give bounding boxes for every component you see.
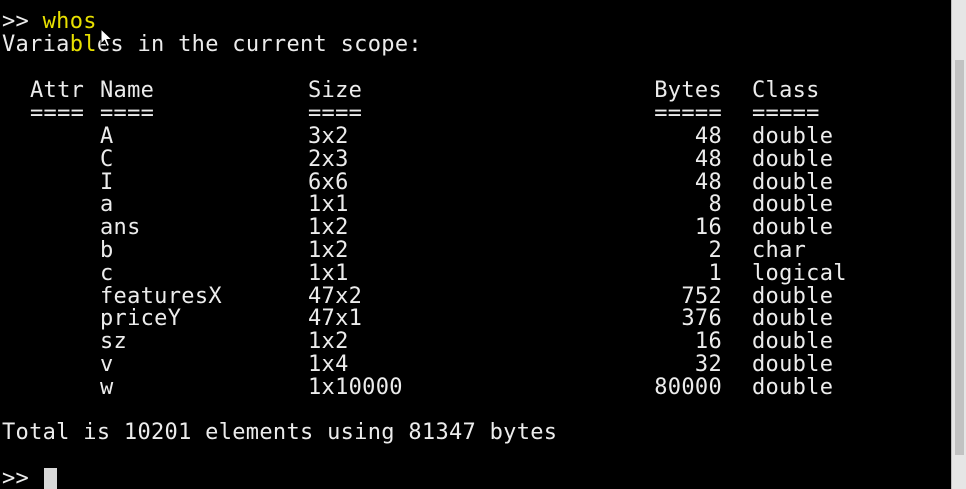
cell-bytes: 16 [694, 329, 722, 355]
cell-name: featuresX [100, 283, 222, 309]
cell-size: 1x2 [308, 329, 349, 355]
cell-class: double [752, 352, 834, 377]
scrollbar-thumb[interactable] [955, 60, 964, 455]
cell-name: v [100, 352, 114, 377]
cell-class: double [752, 374, 834, 400]
cell-name: I [100, 169, 114, 195]
cell-name: ans [100, 215, 141, 241]
cell-name: c [100, 260, 114, 286]
cell-name: a [100, 192, 114, 218]
cell-size: 1x2 [308, 215, 349, 241]
column-header-name: Name [100, 78, 155, 103]
cell-name: A [100, 124, 114, 149]
cell-class: logical [752, 260, 847, 286]
underline-name: ==== [100, 101, 155, 126]
cell-class: double [752, 215, 834, 241]
cell-name: priceY [100, 306, 182, 332]
cell-class: double [752, 169, 834, 195]
cell-bytes: 80000 [654, 374, 722, 400]
cell-bytes: 32 [694, 352, 722, 377]
cell-size: 1x1 [308, 192, 349, 218]
underline-class: ===== [752, 101, 820, 126]
vertical-scrollbar[interactable] [951, 0, 966, 489]
cell-size: 47x2 [308, 283, 363, 309]
cell-size: 2x3 [308, 146, 349, 172]
cell-size: 1x2 [308, 238, 349, 263]
cell-size: 6x6 [308, 169, 349, 195]
scope-header-highlight: bl [69, 32, 97, 57]
prompt: >> [2, 9, 43, 34]
cell-bytes: 16 [694, 215, 722, 241]
total-summary: Total is 10201 elements using 81347 byte… [2, 420, 558, 445]
underline-attr: ==== [30, 101, 85, 126]
cell-class: double [752, 329, 834, 355]
column-header-class: Class [752, 78, 820, 103]
column-header-bytes: Bytes [654, 78, 722, 103]
cell-bytes: 8 [708, 192, 722, 218]
input-prompt[interactable]: >> [2, 467, 43, 489]
cell-bytes: 752 [681, 283, 722, 309]
cell-size: 1x10000 [308, 374, 403, 400]
cell-size: 1x4 [308, 352, 349, 377]
cell-class: double [752, 146, 834, 172]
cell-name: w [100, 374, 114, 400]
text-cursor [44, 468, 57, 489]
column-header-size: Size [308, 78, 363, 103]
cell-size: 47x1 [308, 306, 363, 332]
scope-header: Variables in the current scope: [2, 33, 422, 56]
cell-class: double [752, 306, 834, 332]
cell-bytes: 1 [708, 260, 722, 286]
cell-class: double [752, 283, 834, 309]
cell-bytes: 2 [708, 238, 722, 263]
cell-name: sz [100, 329, 128, 355]
cell-class: char [752, 238, 807, 263]
cell-name: b [100, 238, 114, 263]
cell-class: double [752, 192, 834, 218]
column-header-attr: Attr [30, 78, 85, 103]
underline-bytes: ===== [654, 101, 722, 126]
underline-size: ==== [308, 101, 363, 126]
scope-header-prefix: Varia [2, 32, 70, 57]
cell-size: 1x1 [308, 260, 349, 286]
mouse-pointer-icon [100, 28, 114, 48]
cell-name: C [100, 146, 114, 172]
cell-bytes: 48 [694, 124, 722, 149]
command-line: >> whos [2, 10, 97, 33]
terminal-window[interactable]: >> whos Variables in the current scope: … [0, 0, 952, 489]
cell-bytes: 48 [694, 146, 722, 172]
cell-bytes: 48 [694, 169, 722, 195]
command-text: whos [42, 9, 97, 34]
cell-size: 3x2 [308, 124, 349, 149]
scope-header-suffix: es in the current scope: [96, 32, 422, 57]
cell-bytes: 376 [681, 306, 722, 332]
cell-class: double [752, 124, 834, 149]
